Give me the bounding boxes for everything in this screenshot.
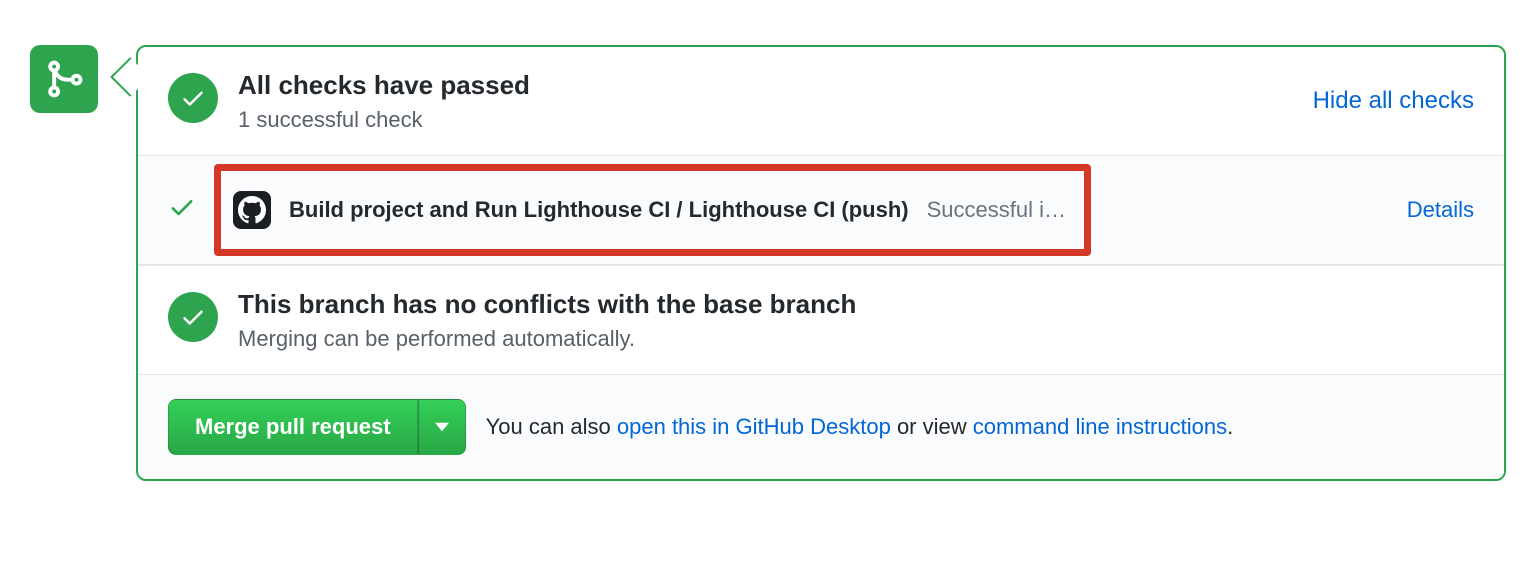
conflicts-summary-row: This branch has no conflicts with the ba… — [138, 265, 1504, 374]
merge-pull-request-button[interactable]: Merge pull request — [168, 399, 418, 455]
conflicts-subtext: Merging can be performed automatically. — [238, 326, 1474, 352]
check-icon — [180, 85, 206, 111]
merge-hint-suffix: . — [1227, 414, 1233, 439]
checks-status-icon — [168, 73, 218, 123]
checks-heading: All checks have passed — [238, 69, 1281, 103]
checks-summary-row: All checks have passed 1 successful chec… — [138, 47, 1504, 155]
github-actions-avatar — [233, 191, 271, 229]
check-status-text: Successful i… — [927, 197, 1066, 223]
open-github-desktop-link[interactable]: open this in GitHub Desktop — [617, 414, 891, 439]
check-details-link[interactable]: Details — [1407, 197, 1474, 223]
conflicts-heading: This branch has no conflicts with the ba… — [238, 288, 1474, 322]
command-line-instructions-link[interactable]: command line instructions — [973, 414, 1227, 439]
merge-timeline-badge — [30, 45, 98, 113]
merge-hint-middle: or view — [891, 414, 973, 439]
merge-status-panel: All checks have passed 1 successful chec… — [136, 45, 1506, 481]
check-row: Build project and Run Lighthouse CI / Li… — [138, 155, 1504, 265]
conflicts-status-icon — [168, 292, 218, 342]
check-result-icon — [168, 193, 196, 226]
caret-down-icon — [435, 422, 449, 432]
toggle-checks-link[interactable]: Hide all checks — [1313, 87, 1474, 115]
merge-hint-text: You can also open this in GitHub Desktop… — [486, 414, 1234, 440]
git-merge-icon — [43, 58, 85, 100]
checks-subtext: 1 successful check — [238, 107, 1281, 133]
merge-button-group: Merge pull request — [168, 399, 466, 455]
github-icon — [238, 196, 266, 224]
merge-actions-row: Merge pull request You can also open thi… — [138, 374, 1504, 479]
check-icon — [180, 304, 206, 330]
merge-options-dropdown-button[interactable] — [418, 399, 466, 455]
check-icon — [168, 193, 196, 221]
merge-hint-prefix: You can also — [486, 414, 617, 439]
check-name[interactable]: Build project and Run Lighthouse CI / Li… — [289, 197, 909, 223]
annotation-highlight: Build project and Run Lighthouse CI / Li… — [214, 164, 1091, 256]
